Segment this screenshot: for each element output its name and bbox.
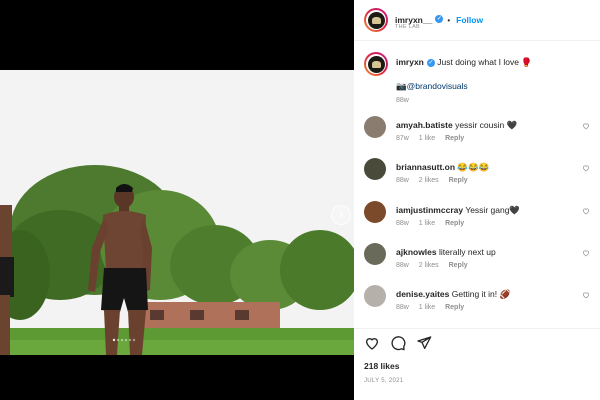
reply-button[interactable]: Reply <box>445 304 464 311</box>
commenter-avatar[interactable] <box>364 116 386 138</box>
caption-text: Just doing what I love 🥊 <box>437 57 532 67</box>
comment-age[interactable]: 87w <box>396 135 409 142</box>
comment-text-line: amyah.batiste yessir cousin 🖤 <box>396 120 517 131</box>
location-label[interactable]: THE LAB <box>395 24 420 30</box>
caption-row: imryxn✓ Just doing what I love 🥊 📷@brand… <box>364 52 590 110</box>
reply-button[interactable]: Reply <box>449 262 468 269</box>
post-date[interactable]: JULY 5, 2021 <box>364 378 403 384</box>
like-comment-heart-icon[interactable] <box>582 164 590 172</box>
comment-likes[interactable]: 1 like <box>419 135 435 142</box>
comment-meta: 88w 1 like Reply <box>396 220 472 227</box>
commenter-avatar[interactable] <box>364 201 386 223</box>
commenter-avatar[interactable] <box>364 285 386 307</box>
comment-username[interactable]: iamjustinmccray <box>396 205 463 215</box>
reply-button[interactable]: Reply <box>449 177 468 184</box>
commenter-avatar[interactable] <box>364 243 386 265</box>
post-actions: 218 likes JULY 5, 2021 <box>354 328 600 400</box>
comment-username[interactable]: amyah.batiste <box>396 120 453 130</box>
comment-row: ajknowles lite​rally next up 88w 2 likes… <box>364 243 590 281</box>
like-heart-icon[interactable] <box>364 335 380 351</box>
caption-avatar[interactable] <box>364 52 388 76</box>
comment-row: amyah.batiste yessir cousin 🖤 87w 1 like… <box>364 116 590 154</box>
likes-count[interactable]: 218 likes <box>364 361 399 371</box>
comment-age[interactable]: 88w <box>396 304 409 311</box>
post-photo <box>0 70 354 355</box>
caption-meta: 88w <box>396 97 417 104</box>
comment-meta: 88w 2 likes Reply <box>396 262 476 269</box>
comments-section: imryxn✓ Just doing what I love 🥊 📷@brand… <box>354 44 600 329</box>
comment-text: yessir cousin 🖤 <box>455 120 517 130</box>
mention-link[interactable]: @brandovisuals <box>407 81 468 91</box>
like-comment-heart-icon[interactable] <box>582 249 590 257</box>
comment-text: lite​rally next up <box>439 247 496 257</box>
caption-username[interactable]: imryxn <box>396 57 424 67</box>
reply-button[interactable]: Reply <box>445 220 464 227</box>
comment-text-line: iamjustinmccray Yessir gang🖤 <box>396 205 520 216</box>
caption-credit-line: 📷@brandovisuals <box>396 81 468 92</box>
caption-text-line: imryxn✓ Just doing what I love 🥊 <box>396 57 532 68</box>
commenter-avatar[interactable] <box>364 158 386 180</box>
post-header: imryxn__✓•Follow THE LAB <box>354 0 600 41</box>
comment-username[interactable]: ajknowles <box>396 247 437 257</box>
comment-age[interactable]: 88w <box>396 262 409 269</box>
post-media: › <box>0 0 354 400</box>
separator-dot: • <box>447 16 450 25</box>
post-panel: imryxn__✓•Follow THE LAB imryxn✓ Just do… <box>354 0 600 400</box>
comment-meta: 88w 1 like Reply <box>396 304 472 311</box>
comment-username[interactable]: briannasutt.on <box>396 162 455 172</box>
verified-icon: ✓ <box>427 59 435 67</box>
caption-age[interactable]: 88w <box>396 97 409 104</box>
like-comment-heart-icon[interactable] <box>582 207 590 215</box>
verified-icon: ✓ <box>435 15 443 23</box>
comment-icon[interactable] <box>390 335 406 351</box>
comment-username[interactable]: denise.yaites <box>396 289 449 299</box>
comment-likes[interactable]: 1 like <box>419 220 435 227</box>
comment-row: briannasutt.on 😂😂😂 88w 2 likes Reply <box>364 158 590 196</box>
comment-row: denise.yaites Getting it in! 🏈 88w 1 lik… <box>364 285 590 323</box>
comment-row: iamjustinmccray Yessir gang🖤 88w 1 like … <box>364 201 590 239</box>
comment-age[interactable]: 88w <box>396 220 409 227</box>
comment-age[interactable]: 88w <box>396 177 409 184</box>
comment-meta: 88w 2 likes Reply <box>396 177 476 184</box>
comment-text: Yessir gang🖤 <box>465 205 520 215</box>
comment-text: Getting it in! 🏈 <box>452 289 510 299</box>
reply-button[interactable]: Reply <box>445 135 464 142</box>
camera-icon: 📷 <box>396 81 407 91</box>
comment-likes[interactable]: 2 likes <box>419 262 439 269</box>
next-slide-button[interactable]: › <box>331 205 351 225</box>
comment-likes[interactable]: 2 likes <box>419 177 439 184</box>
chevron-right-icon: › <box>339 207 343 221</box>
comment-text-line: denise.yaites Getting it in! 🏈 <box>396 289 510 300</box>
comment-text-line: ajknowles lite​rally next up <box>396 247 496 258</box>
comment-text: 😂😂😂 <box>457 162 489 172</box>
like-comment-heart-icon[interactable] <box>582 291 590 299</box>
photo-image <box>0 70 354 355</box>
author-avatar[interactable] <box>364 8 388 32</box>
like-comment-heart-icon[interactable] <box>582 122 590 130</box>
comment-text-line: briannasutt.on 😂😂😂 <box>396 162 489 173</box>
comment-likes[interactable]: 1 like <box>419 304 435 311</box>
follow-button[interactable]: Follow <box>456 15 483 25</box>
comment-meta: 87w 1 like Reply <box>396 135 472 142</box>
share-icon[interactable] <box>416 335 432 351</box>
